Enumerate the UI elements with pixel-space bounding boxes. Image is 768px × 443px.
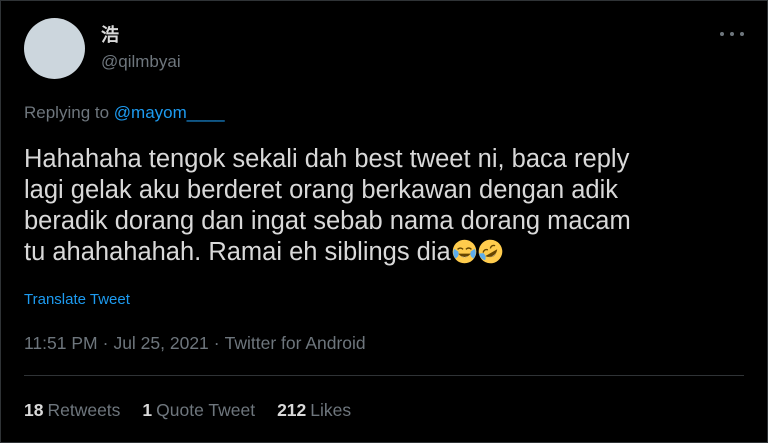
likes-stat[interactable]: 212 Likes <box>277 399 351 421</box>
tweet-text-line-last: tu ahahahahah. Ramai eh siblings dia <box>24 237 734 268</box>
tweet-text-line: beradik dorang dan ingat sebab nama dora… <box>24 207 631 235</box>
reply-mention-link[interactable]: @mayom____ <box>114 103 225 122</box>
tweet-stats: 18 Retweets 1 Quote Tweet 212 Likes <box>24 399 351 421</box>
separator: · <box>213 333 220 353</box>
tweet-card: 浩 @qilmbyai Replying to @mayom____ Hahah… <box>0 0 768 443</box>
dot-icon <box>740 32 744 36</box>
quote-count: 1 <box>142 400 153 420</box>
dot-icon <box>720 32 724 36</box>
tweet-metadata: 11:51 PM · Jul 25, 2021 · Twitter for Androi… <box>24 332 366 354</box>
tweet-date[interactable]: Jul 25, 2021 <box>113 333 208 353</box>
face-with-tears-of-joy-icon <box>452 239 477 264</box>
separator: · <box>102 333 109 353</box>
quote-label: Quote Tweet <box>156 400 256 420</box>
likes-count: 212 <box>277 400 307 420</box>
tweet-text-line: Hahahaha tengok sekali dah best tweet ni… <box>24 145 630 173</box>
retweets-count: 18 <box>24 400 44 420</box>
dot-icon <box>730 32 734 36</box>
display-name[interactable]: 浩 <box>101 25 119 45</box>
replying-to: Replying to @mayom____ <box>24 102 225 124</box>
translate-tweet-link[interactable]: Translate Tweet <box>24 291 130 309</box>
retweets-stat[interactable]: 18 Retweets <box>24 399 120 421</box>
divider <box>24 375 744 376</box>
more-options-icon[interactable] <box>720 25 744 43</box>
avatar[interactable] <box>24 18 85 79</box>
tweet-text-line: tu ahahahahah. Ramai eh siblings dia <box>24 238 451 266</box>
tweet-text-line: lagi gelak aku berderet orang berkawan d… <box>24 176 618 204</box>
quote-tweets-stat[interactable]: 1 Quote Tweet <box>142 399 255 421</box>
tweet-text: Hahahaha tengok sekali dah best tweet ni… <box>24 144 734 268</box>
user-handle[interactable]: @qilmbyai <box>101 52 181 72</box>
likes-label: Likes <box>310 400 352 420</box>
retweets-label: Retweets <box>47 400 121 420</box>
replying-prefix: Replying to <box>24 103 110 122</box>
tweet-time[interactable]: 11:51 PM <box>24 333 98 353</box>
tweet-client[interactable]: Twitter for Android <box>225 333 366 353</box>
rolling-on-the-floor-laughing-icon <box>478 239 503 264</box>
